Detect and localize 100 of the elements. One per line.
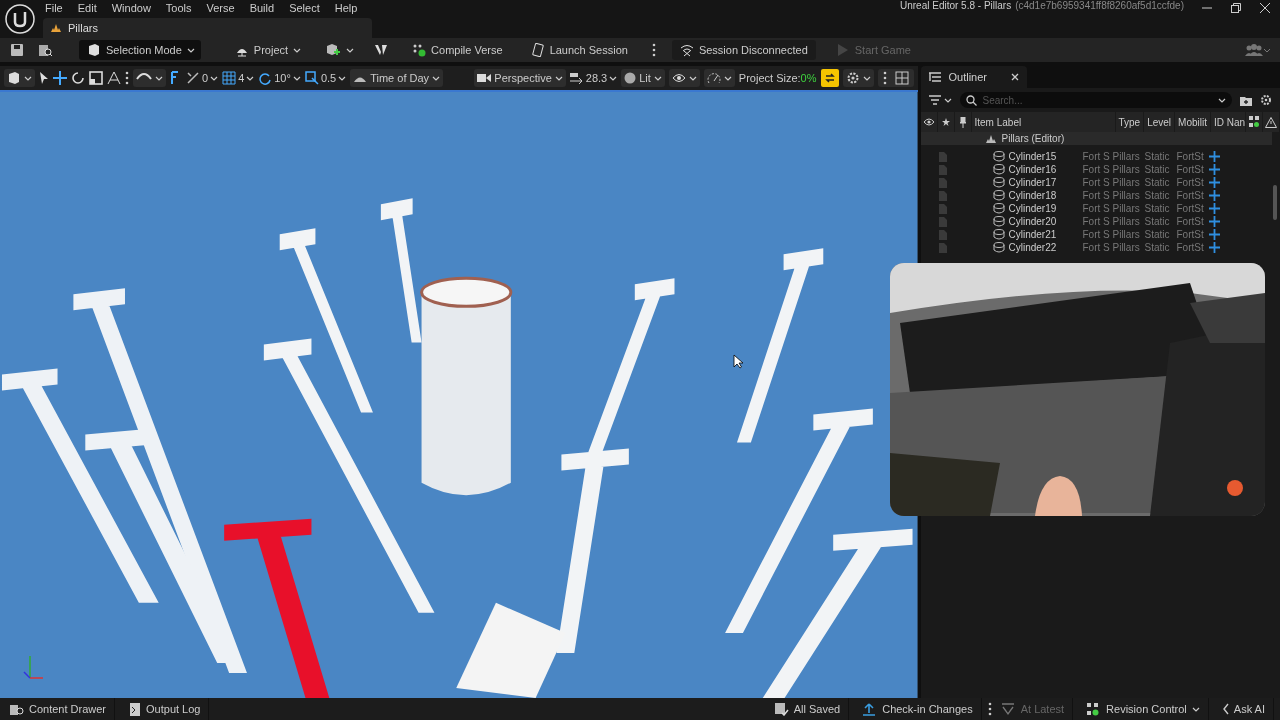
show-dropdown[interactable]	[668, 69, 700, 87]
menu-item[interactable]: Help	[334, 2, 368, 14]
more-icon[interactable]	[651, 43, 656, 57]
camera-icon	[477, 73, 492, 83]
plus-icon[interactable]	[1208, 164, 1220, 175]
users-icon[interactable]	[1244, 43, 1270, 57]
ask-ai-button[interactable]: Ask AI	[1218, 698, 1274, 720]
menu-item[interactable]: Edit	[77, 2, 107, 14]
search-field[interactable]: Search...	[982, 94, 1212, 106]
snap-dropdown[interactable]: 0.5	[304, 71, 347, 85]
select-mode-button[interactable]	[4, 69, 35, 87]
output-log-button[interactable]: Output Log	[125, 698, 210, 720]
close-icon[interactable]	[1260, 3, 1270, 13]
menu-item[interactable]: File	[45, 2, 73, 14]
snap-dropdown[interactable]: 4	[222, 71, 255, 85]
move-icon[interactable]	[53, 71, 67, 85]
scale-icon[interactable]	[89, 71, 103, 85]
star-icon[interactable]	[941, 118, 950, 126]
save-check-icon	[774, 702, 789, 716]
performance-dropdown[interactable]	[703, 69, 735, 87]
filter-icon[interactable]	[928, 95, 941, 105]
project-dropdown[interactable]: Project	[226, 40, 310, 60]
revision-status-icon[interactable]	[1249, 116, 1259, 128]
eye-icon[interactable]	[922, 118, 935, 126]
plus-icon[interactable]	[1208, 229, 1220, 240]
realtime-toggle-icon[interactable]	[820, 69, 839, 87]
outliner-item[interactable]: Cylinder17	[1008, 177, 1057, 188]
cube-plus-icon[interactable]	[325, 43, 342, 57]
layout-icon[interactable]	[894, 71, 909, 85]
time-of-day-dropdown[interactable]: Time of Day	[350, 69, 444, 87]
plus-icon[interactable]	[1208, 177, 1220, 188]
table-cell: FortSt	[1176, 229, 1203, 240]
plus-icon[interactable]	[1208, 216, 1220, 227]
more-icon[interactable]	[125, 71, 129, 85]
table-cell: Static	[1144, 190, 1171, 201]
mode-dropdown[interactable]: Selection Mode	[79, 40, 201, 60]
close-icon[interactable]	[1010, 73, 1019, 81]
outliner-tab[interactable]: Outliner	[920, 66, 1027, 88]
file-icon	[938, 242, 947, 253]
launch-button[interactable]: Launch Session	[522, 40, 636, 60]
select-icon[interactable]	[39, 71, 49, 85]
save-icon[interactable]	[10, 43, 24, 57]
new-folder-icon[interactable]	[1240, 94, 1252, 106]
table-cell: Static	[1144, 203, 1171, 214]
cylinder-icon	[992, 242, 1005, 253]
caret-icon	[155, 74, 163, 82]
list-icon	[928, 71, 941, 83]
outliner-item[interactable]: Cylinder21	[1008, 229, 1057, 240]
cursor-cube-icon	[7, 71, 21, 85]
table-cell: Pillars	[1112, 203, 1139, 214]
caret-icon[interactable]	[1218, 96, 1226, 104]
outliner-item[interactable]: Cylinder19	[1008, 203, 1057, 214]
surface-snap-button[interactable]	[133, 69, 166, 87]
pin-icon[interactable]	[959, 116, 966, 128]
view-mode-dropdown[interactable]: Lit	[621, 69, 665, 87]
menu-item[interactable]: Window	[111, 2, 161, 14]
perspective-dropdown[interactable]: Perspective	[474, 69, 566, 87]
outliner-item[interactable]: Cylinder18	[1008, 190, 1057, 201]
file-icon	[938, 216, 947, 227]
settings-dropdown[interactable]	[842, 69, 874, 87]
menu-item[interactable]: Tools	[165, 2, 202, 14]
search-box[interactable]: Search...	[959, 92, 1232, 108]
file-icon	[938, 229, 947, 240]
outliner-item[interactable]: Cylinder15	[1008, 151, 1057, 162]
scale-snap-icon	[304, 71, 319, 85]
content-drawer-button[interactable]: Content Drawer	[6, 698, 116, 720]
settings-icon[interactable]	[1260, 94, 1272, 106]
caret-icon	[432, 74, 441, 82]
plus-icon[interactable]	[1208, 151, 1220, 162]
outliner-item[interactable]: Cylinder20	[1008, 216, 1057, 227]
more-icon[interactable]	[882, 71, 887, 85]
more-icon[interactable]	[987, 702, 992, 716]
session-button[interactable]: Session Disconnected	[671, 40, 816, 60]
restore-icon[interactable]	[1231, 3, 1241, 13]
menu-item[interactable]: Build	[249, 2, 285, 14]
document-tab[interactable]: Pillars	[43, 18, 373, 38]
snap-dropdown[interactable]: 0	[186, 71, 219, 85]
warning-icon[interactable]	[1265, 116, 1277, 128]
browse-icon[interactable]	[38, 43, 53, 57]
upload-icon	[863, 702, 878, 716]
save-status-button[interactable]: All Saved	[770, 698, 850, 720]
compile-button[interactable]: Compile Verse	[404, 40, 511, 60]
check-in-button[interactable]: Check-in Changes	[859, 698, 982, 720]
plus-icon[interactable]	[1208, 190, 1220, 201]
caret-icon	[653, 74, 662, 82]
file-icon	[938, 164, 947, 175]
camera-speed-dropdown[interactable]: 28.3	[569, 72, 618, 84]
plus-icon[interactable]	[1208, 203, 1220, 214]
snap-dropdown[interactable]: 10°	[258, 71, 301, 85]
plus-icon[interactable]	[1208, 242, 1220, 253]
menu-item[interactable]: Verse	[206, 2, 245, 14]
menu-item[interactable]: Select	[289, 2, 330, 14]
tree-row[interactable]: Pillars (Editor)	[920, 132, 1272, 145]
revision-control-dropdown[interactable]: Revision Control	[1083, 698, 1209, 720]
transform-icon[interactable]	[107, 71, 121, 85]
logo-icon[interactable]	[5, 4, 35, 34]
outliner-item[interactable]: Cylinder22	[1008, 242, 1057, 253]
rotate-icon[interactable]	[71, 71, 85, 85]
table-cell: Static	[1144, 177, 1171, 188]
outliner-item[interactable]: Cylinder16	[1008, 164, 1057, 175]
